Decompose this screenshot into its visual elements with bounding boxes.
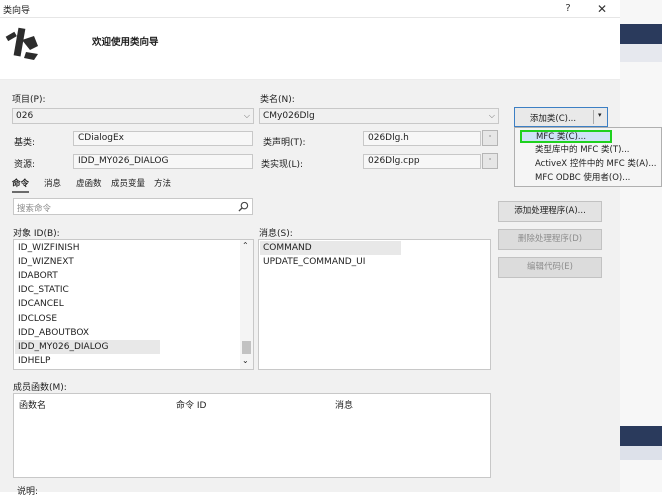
dropdown-arrow-icon[interactable]: ▾ (598, 111, 602, 119)
help-button[interactable]: ? (560, 1, 576, 17)
list-item[interactable]: ID_WIZNEXT (18, 255, 74, 269)
menu-item-typelib-class[interactable]: 类型库中的 MFC 类(T)... (535, 144, 630, 157)
base-class-field: CDialogEx (73, 131, 253, 146)
member-functions-table: 函数名 命令 ID 消息 (13, 393, 491, 478)
column-header-message[interactable]: 消息 (335, 398, 353, 411)
add-class-menu: MFC 类(C)... 类型库中的 MFC 类(T)... ActiveX 控件… (514, 127, 662, 187)
list-item[interactable]: IDD_ABOUTBOX (18, 326, 89, 340)
tab-messages[interactable]: 消息 (44, 177, 61, 191)
delete-handler-button[interactable]: 删除处理程序(D) (498, 229, 602, 250)
member-functions-label: 成员函数(M): (13, 383, 67, 393)
class-name-value: CMy026Dlg (263, 111, 315, 121)
list-item[interactable]: IDC_STATIC (18, 283, 69, 297)
search-commands-input[interactable]: 搜索命令 (13, 198, 253, 215)
close-button[interactable]: ✕ (592, 1, 612, 17)
class-name-label: 类名(N): (260, 95, 295, 105)
background-status (620, 426, 662, 446)
object-ids-list: ID_WIZFINISH ID_WIZNEXT IDABORT IDC_STAT… (13, 239, 254, 370)
class-impl-value: 026Dlg.cpp (368, 156, 420, 166)
resource-field: IDD_MY026_DIALOG (73, 154, 253, 169)
list-item[interactable]: IDCLOSE (18, 312, 57, 326)
class-decl-label: 类声明(T): (263, 138, 306, 148)
menu-item-activex-class[interactable]: ActiveX 控件中的 MFC 类(A)... (535, 158, 656, 171)
project-value: 026 (16, 111, 34, 121)
base-class-label: 基类: (14, 138, 36, 148)
column-header-function[interactable]: 函数名 (19, 398, 46, 411)
chevron-down-icon: ⌵ (488, 111, 495, 120)
object-ids-label: 对象 ID(B): (13, 229, 60, 239)
menu-item-odbc-consumer[interactable]: MFC ODBC 使用者(O)... (535, 172, 630, 185)
class-decl-field[interactable]: 026Dlg.h (363, 131, 481, 146)
menu-item-mfc-class[interactable]: MFC 类(C)... (520, 130, 612, 143)
search-placeholder: 搜索命令 (17, 204, 52, 214)
object-ids-scrollbar[interactable]: ⌃ ⌄ (240, 240, 253, 369)
list-item-selected[interactable]: IDD_MY026_DIALOG (15, 340, 160, 354)
project-label: 项目(P): (12, 95, 46, 105)
project-combo[interactable]: 026 ⌵ (12, 108, 254, 124)
tab-virtual-functions[interactable]: 虚函数 (76, 177, 102, 191)
class-decl-value: 026Dlg.h (368, 133, 409, 143)
class-impl-browse-button[interactable]: · (482, 153, 498, 169)
list-item[interactable]: IDCANCEL (18, 297, 64, 311)
message-item[interactable]: UPDATE_COMMAND_UI (263, 255, 365, 269)
search-icon[interactable] (238, 201, 249, 212)
window-title: 类向导 (3, 6, 31, 16)
edit-code-button[interactable]: 编辑代码(E) (498, 257, 602, 278)
class-wizard-dialog: 类向导 ? ✕ 欢迎使用类向导 项目(P): 026 ⌵ 类名(N): CMy0… (0, 0, 662, 497)
add-class-split-button[interactable]: 添加类(C)... ▾ (514, 107, 608, 127)
background-toolbar (620, 24, 662, 44)
list-item[interactable]: IDABORT (18, 269, 58, 283)
base-class-value: CDialogEx (78, 133, 124, 143)
tab-methods[interactable]: 方法 (154, 177, 171, 191)
background-footer (620, 446, 662, 460)
background-panel (620, 44, 662, 62)
welcome-heading: 欢迎使用类向导 (92, 37, 159, 48)
background-window (620, 0, 662, 492)
description-label: 说明: (17, 487, 39, 497)
tab-member-variables[interactable]: 成员变量 (111, 177, 145, 191)
tab-commands[interactable]: 命令 (12, 177, 30, 193)
scroll-down-icon[interactable]: ⌄ (242, 356, 249, 365)
list-item[interactable]: IDHELP (18, 354, 50, 368)
class-impl-field[interactable]: 026Dlg.cpp (363, 154, 481, 169)
add-class-label: 添加类(C)... (529, 114, 577, 124)
list-item[interactable]: ID_WIZFINISH (18, 241, 80, 255)
title-bar: 类向导 ? ✕ (0, 0, 620, 18)
messages-list: COMMAND UPDATE_COMMAND_UI (258, 239, 491, 370)
chevron-down-icon: ⌵ (243, 111, 250, 120)
class-impl-label: 类实现(L): (261, 160, 304, 170)
scrollbar-thumb[interactable] (242, 341, 251, 354)
wizard-banner: 欢迎使用类向导 (0, 18, 620, 80)
add-handler-button[interactable]: 添加处理程序(A)... (498, 201, 602, 222)
class-decl-browse-button[interactable]: · (482, 130, 498, 146)
resource-value: IDD_MY026_DIALOG (78, 156, 169, 166)
message-item-selected[interactable]: COMMAND (260, 241, 401, 255)
messages-label: 消息(S): (259, 229, 293, 239)
scroll-up-icon[interactable]: ⌃ (242, 241, 249, 250)
split-separator (593, 110, 594, 124)
column-header-command-id[interactable]: 命令 ID (176, 398, 206, 411)
class-wizard-icon (5, 27, 38, 60)
class-name-combo[interactable]: CMy026Dlg ⌵ (259, 108, 499, 124)
resource-label: 资源: (14, 160, 36, 170)
